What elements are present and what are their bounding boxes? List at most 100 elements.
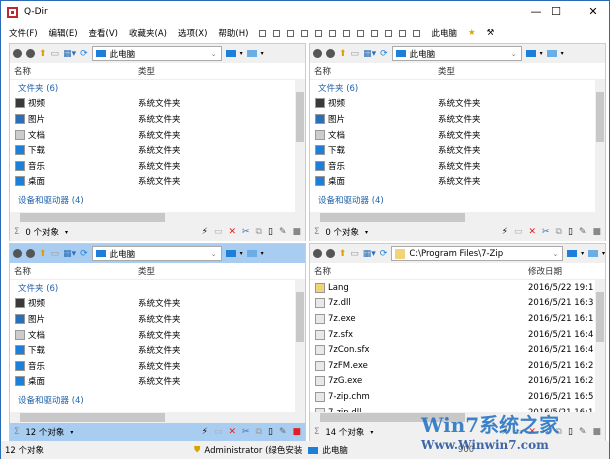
copy-icon[interactable]: ⧉ (556, 227, 562, 237)
edit-icon[interactable]: ✎ (579, 227, 587, 237)
group-folders[interactable]: 文件夹 (6) (10, 280, 305, 296)
horizontal-scrollbar[interactable] (310, 212, 605, 223)
column-type[interactable]: 类型 (138, 265, 155, 277)
tools-icon[interactable]: ⚒ (487, 28, 495, 38)
view-icon[interactable]: ▦▾ (63, 49, 76, 59)
list-item[interactable]: 7z.sfx 2016/5/21 16:4 (310, 327, 605, 343)
paste-icon[interactable]: ▯ (568, 427, 573, 437)
list-item[interactable]: 图片 系统文件夹 (10, 311, 305, 327)
delete-icon[interactable]: ✕ (228, 227, 236, 237)
list-item[interactable]: 文档 系统文件夹 (310, 127, 605, 143)
address-bar[interactable]: 此电脑 ⌄ (91, 46, 222, 61)
list-item[interactable]: 音乐 系统文件夹 (10, 158, 305, 174)
computer-dropdown-icon[interactable] (588, 250, 598, 257)
rename-icon[interactable]: ▭ (514, 227, 523, 237)
up-icon[interactable]: ⬆ (39, 249, 47, 259)
edit-icon[interactable]: ✎ (279, 427, 287, 437)
paste-icon[interactable]: ▯ (568, 227, 573, 237)
list-item[interactable]: 7z.dll 2016/5/21 16:3 (310, 296, 605, 312)
vertical-scrollbar[interactable] (595, 280, 605, 412)
column-type[interactable]: 类型 (438, 65, 455, 77)
list-item[interactable]: 文档 系统文件夹 (10, 327, 305, 343)
computer-dropdown-icon[interactable] (546, 50, 557, 57)
paste-icon[interactable]: ▯ (268, 227, 273, 237)
back-icon[interactable] (13, 249, 22, 258)
list-item[interactable]: 7-zip.chm 2016/5/21 16:5 (310, 389, 605, 405)
list-item[interactable]: 桌面 系统文件夹 (310, 174, 605, 190)
computer-dropdown-icon[interactable] (246, 50, 257, 57)
list-item[interactable]: 下载 系统文件夹 (10, 342, 305, 358)
select-icon[interactable]: ■ (592, 227, 601, 237)
list-item[interactable]: 音乐 系统文件夹 (310, 158, 605, 174)
back-icon[interactable] (13, 49, 22, 58)
select-icon[interactable]: ■ (592, 427, 601, 437)
menu-edit[interactable]: 编辑(E) (49, 27, 78, 39)
list-item[interactable]: 下载 系统文件夹 (310, 142, 605, 158)
cut-icon[interactable]: ✂ (242, 227, 250, 237)
menu-options[interactable]: 选项(X) (178, 27, 207, 39)
list-item[interactable]: 图片 系统文件夹 (10, 111, 305, 127)
list-item[interactable]: 7zCon.sfx 2016/5/21 16:4 (310, 342, 605, 358)
chevron-down-icon[interactable]: ⌄ (552, 250, 558, 258)
refresh-icon[interactable]: ⟳ (380, 49, 388, 59)
cut-icon[interactable]: ✂ (542, 227, 550, 237)
list-item[interactable]: 视频 系统文件夹 (310, 96, 605, 112)
new-folder-icon[interactable]: ▭ (350, 249, 359, 259)
edit-icon[interactable]: ✎ (279, 227, 287, 237)
desktop-dropdown-icon[interactable] (225, 250, 236, 257)
list-item[interactable]: 桌面 系统文件夹 (10, 374, 305, 390)
address-bar[interactable]: C:\Program Files\7-Zip ⌄ (391, 246, 564, 261)
select-icon[interactable]: ■ (292, 427, 301, 437)
address-bar[interactable]: 此电脑 ⌄ (391, 46, 522, 61)
column-name[interactable]: 名称 (10, 65, 138, 77)
layout-icon[interactable] (385, 29, 393, 37)
copy-icon[interactable]: ⧉ (256, 227, 262, 237)
forward-icon[interactable] (26, 249, 35, 258)
list-item[interactable]: 视频 系统文件夹 (10, 296, 305, 312)
up-icon[interactable]: ⬆ (339, 249, 347, 259)
refresh-icon[interactable]: ⟳ (80, 249, 88, 259)
paste-icon[interactable]: ▯ (268, 427, 273, 437)
layout-icon[interactable] (329, 29, 337, 37)
group-drives[interactable]: 设备和驱动器 (4) (310, 192, 605, 208)
close-button[interactable]: ✕ (583, 5, 603, 18)
delete-icon[interactable]: ✕ (228, 427, 236, 437)
list-item[interactable]: 桌面 系统文件夹 (10, 174, 305, 190)
chevron-down-icon[interactable]: ⌄ (511, 50, 517, 58)
column-type[interactable]: 类型 (138, 65, 155, 77)
properties-icon[interactable]: ⚡ (502, 227, 508, 237)
horizontal-scrollbar[interactable] (10, 412, 305, 423)
rename-icon[interactable]: ▭ (214, 427, 223, 437)
new-folder-icon[interactable]: ▭ (351, 49, 360, 59)
horizontal-scrollbar[interactable] (10, 212, 305, 223)
desktop-dropdown-icon[interactable] (567, 250, 578, 257)
up-icon[interactable]: ⬆ (339, 49, 347, 59)
list-item[interactable]: 7zFM.exe 2016/5/21 16:2 (310, 358, 605, 374)
layout-icon[interactable] (259, 29, 267, 37)
object-count[interactable]: 0 个对象 (325, 226, 359, 238)
column-type[interactable]: 修改日期 (528, 265, 562, 277)
properties-icon[interactable]: ⚡ (202, 427, 208, 437)
up-icon[interactable]: ⬆ (39, 49, 47, 59)
object-count[interactable]: 12 个对象 (25, 426, 64, 438)
quick-location[interactable]: 此电脑 (431, 27, 457, 39)
object-count[interactable]: 14 个对象 (325, 426, 364, 438)
object-count[interactable]: 0 个对象 (25, 226, 59, 238)
layout-icon[interactable] (273, 29, 281, 37)
list-item[interactable]: 文档 系统文件夹 (10, 127, 305, 143)
column-name[interactable]: 名称 (310, 265, 438, 277)
view-icon[interactable]: ▦▾ (363, 249, 376, 259)
edit-icon[interactable]: ✎ (579, 427, 587, 437)
list-item[interactable]: 7z.exe 2016/5/21 16:1 (310, 311, 605, 327)
back-icon[interactable] (313, 249, 322, 258)
layout-icon[interactable] (371, 29, 379, 37)
view-icon[interactable]: ▦▾ (63, 249, 76, 259)
layout-icon[interactable] (287, 29, 295, 37)
cut-icon[interactable]: ✂ (242, 427, 250, 437)
view-icon[interactable]: ▦▾ (363, 49, 376, 59)
list-item[interactable]: 图片 系统文件夹 (310, 111, 605, 127)
maximize-button[interactable]: ☐ (546, 5, 566, 18)
menu-favorites[interactable]: 收藏夹(A) (129, 27, 167, 39)
layout-icon[interactable] (301, 29, 309, 37)
layout-icon[interactable] (315, 29, 323, 37)
